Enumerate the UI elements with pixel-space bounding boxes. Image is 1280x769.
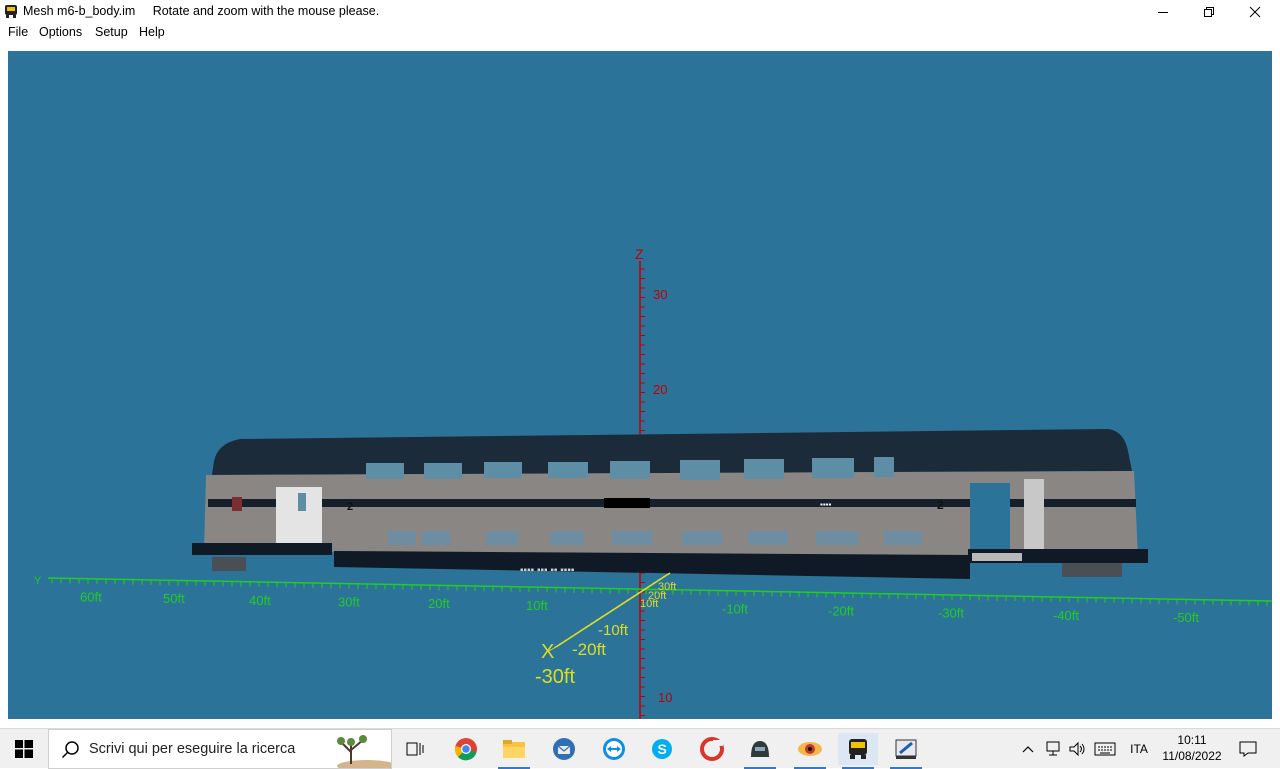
- menu-file[interactable]: File: [8, 25, 28, 39]
- thunderbird-button[interactable]: [544, 733, 584, 765]
- network-button[interactable]: [1042, 729, 1064, 769]
- task-view-button[interactable]: [396, 733, 436, 765]
- ccleaner-button[interactable]: [692, 733, 732, 765]
- train-car-model: ▪▪▪▪ 2 2 ▪▪▪▪ ▪▪▪ ▪▪ ▪▪▪▪: [192, 429, 1148, 579]
- y-tick-label: -40ft: [1053, 608, 1079, 623]
- y-tick-label: 60ft: [80, 590, 102, 605]
- notifications-button[interactable]: [1236, 729, 1260, 769]
- restore-button[interactable]: [1186, 0, 1232, 23]
- tray-overflow-button[interactable]: [1018, 729, 1038, 769]
- menu-options[interactable]: Options: [39, 25, 82, 39]
- search-icon: [61, 741, 79, 759]
- settings-app-button[interactable]: [886, 733, 926, 769]
- eye-app-button[interactable]: [790, 733, 830, 769]
- y-tick-label: 30ft: [338, 594, 360, 609]
- keyboard-icon: [1094, 742, 1116, 756]
- minimize-button[interactable]: [1140, 0, 1186, 23]
- clock-time: 10:11: [1177, 733, 1207, 747]
- y-axis-label: Y: [34, 575, 42, 587]
- chrome-icon: [454, 738, 477, 761]
- train-icon: [5, 5, 17, 18]
- notification-icon: [1239, 741, 1257, 757]
- helmet-app-icon: [751, 741, 769, 757]
- menu-bar: File Options Setup Help: [0, 23, 1280, 43]
- joshua-tree-illustration-icon: [311, 730, 391, 768]
- search-placeholder: Scrivi qui per eseguire la ricerca: [89, 741, 296, 757]
- y-tick-label: -20ft: [828, 604, 854, 619]
- x-tick-label: 10ft: [640, 598, 658, 610]
- task-view-icon: [406, 742, 424, 756]
- y-tick-label: 10ft: [526, 598, 548, 613]
- touch-keyboard-button[interactable]: [1092, 729, 1118, 769]
- x-tick-label: -30ft: [535, 666, 575, 688]
- window-title: Mesh m6-b_body.im Rotate and zoom with t…: [23, 4, 380, 18]
- settings-app-icon: [895, 739, 917, 759]
- skype-button[interactable]: S: [642, 733, 682, 765]
- chrome-button[interactable]: [446, 733, 486, 765]
- z-tick-label: 20: [653, 382, 667, 397]
- clock[interactable]: 10:11 11/08/2022: [1158, 732, 1226, 764]
- volume-button[interactable]: [1066, 729, 1088, 769]
- y-tick-label: -30ft: [938, 606, 964, 621]
- input-language-button[interactable]: ITA: [1124, 729, 1154, 769]
- speaker-icon: [1069, 741, 1085, 757]
- helmet-app-button[interactable]: [740, 733, 780, 769]
- start-button[interactable]: [0, 729, 48, 769]
- y-tick-label: -50ft: [1173, 610, 1199, 625]
- network-icon: [1046, 741, 1060, 756]
- close-button[interactable]: [1232, 0, 1278, 23]
- teamviewer-button[interactable]: [594, 733, 634, 765]
- minimize-icon: [1158, 11, 1168, 13]
- clock-date: 11/08/2022: [1162, 749, 1222, 763]
- file-explorer-icon: [503, 740, 525, 758]
- x-tick-label: -10ft: [598, 622, 629, 639]
- mesh-viewport[interactable]: Z 30 20 10 ▪▪▪▪ 2 2 ▪▪▪▪ ▪▪▪ ▪▪ ▪▪▪▪ Y 6…: [8, 51, 1272, 719]
- windows-logo-icon: [15, 740, 33, 758]
- train-app-button[interactable]: [838, 733, 878, 769]
- restore-icon: [1204, 6, 1214, 17]
- svg-text:S: S: [658, 741, 667, 757]
- thunderbird-icon: [553, 738, 575, 760]
- eye-app-icon: [798, 742, 822, 756]
- car-class-number-right: 2: [937, 498, 944, 512]
- chevron-up-icon: [1022, 746, 1034, 753]
- window-hint: Rotate and zoom with the mouse please.: [152, 4, 380, 18]
- file-explorer-button[interactable]: [494, 733, 534, 769]
- menu-help[interactable]: Help: [139, 25, 165, 39]
- search-box[interactable]: Scrivi qui per eseguire la ricerca: [48, 729, 392, 769]
- y-tick-label: 50ft: [163, 591, 185, 606]
- car-class-number: 2: [347, 501, 353, 513]
- teamviewer-icon: [603, 738, 625, 760]
- train-app-icon: [849, 739, 867, 759]
- svg-text:▪▪▪▪ ▪▪▪ ▪▪ ▪▪▪▪: ▪▪▪▪ ▪▪▪ ▪▪ ▪▪▪▪: [520, 565, 575, 576]
- z-axis-label: Z: [635, 246, 644, 262]
- y-tick-label: 40ft: [249, 593, 271, 608]
- x-axis-label: X: [541, 641, 554, 663]
- x-tick-label: -20ft: [572, 640, 606, 659]
- title-bar: Mesh m6-b_body.im Rotate and zoom with t…: [0, 0, 1280, 23]
- taskbar: Scrivi qui per eseguire la ricerca S ITA…: [0, 728, 1280, 769]
- svg-text:▪▪▪▪: ▪▪▪▪: [820, 500, 832, 509]
- y-tick-label: -10ft: [722, 602, 748, 617]
- skype-icon: S: [652, 739, 672, 759]
- menu-setup[interactable]: Setup: [95, 25, 128, 39]
- z-tick-label: 10: [658, 690, 672, 705]
- close-icon: [1249, 6, 1261, 17]
- ccleaner-icon: [700, 737, 724, 761]
- z-tick-label: 30: [653, 287, 667, 302]
- y-tick-label: 20ft: [428, 596, 450, 611]
